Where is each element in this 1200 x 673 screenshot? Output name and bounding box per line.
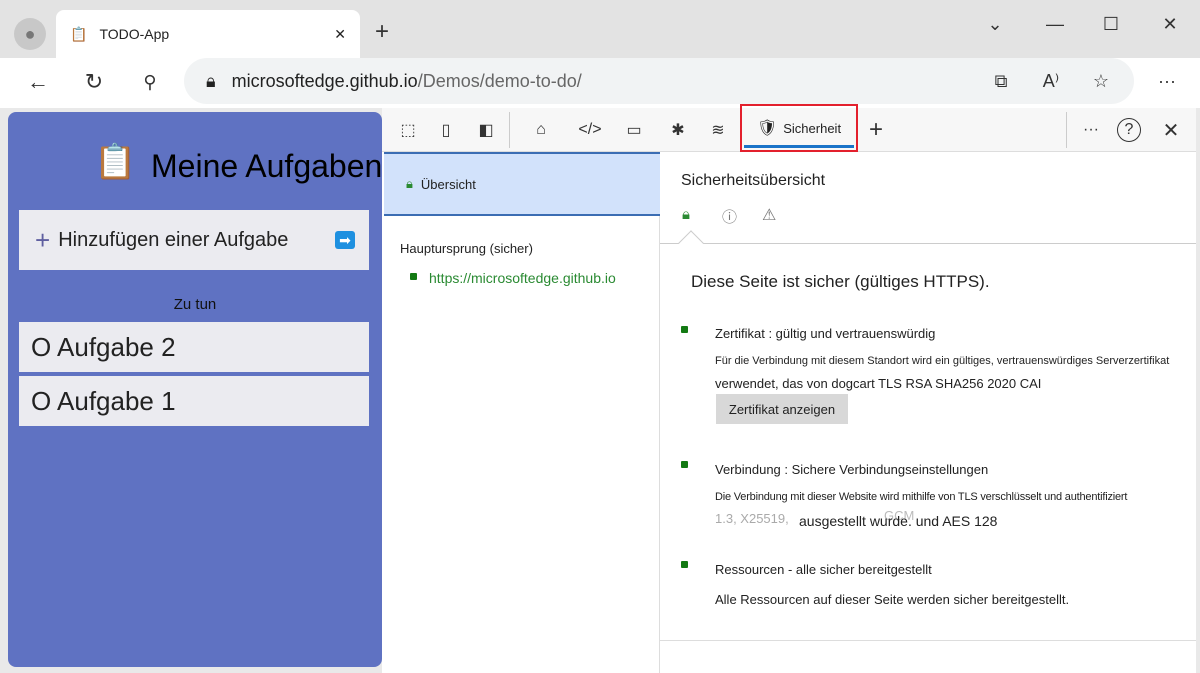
- sources-bug-icon[interactable]: ✱: [664, 116, 692, 144]
- task-label: O Aufgabe 2: [31, 331, 176, 362]
- task-label: O Aufgabe 1: [31, 385, 176, 416]
- profile-avatar[interactable]: ●: [14, 18, 46, 50]
- connection-protocol: 1.3, X25519,: [715, 511, 789, 526]
- overview-title: Sicherheitsübersicht: [681, 172, 826, 189]
- security-shield-icon: 🛡︎: [756, 120, 778, 137]
- connection-cipher: ausgestellt wurde. und AES 128: [799, 513, 998, 529]
- tab-security[interactable]: 🛡︎ Sicherheit: [740, 104, 858, 152]
- lock-icon: 🔒︎: [406, 176, 413, 191]
- view-certificate-button[interactable]: Zertifikat anzeigen: [716, 394, 848, 424]
- network-wifi-icon[interactable]: ≋: [704, 116, 732, 144]
- customize-more-icon[interactable]: ···: [1077, 116, 1105, 144]
- tab-title: TODO-App: [99, 26, 170, 42]
- url-host: microsoftedge.github.io: [231, 70, 418, 91]
- clipboard-icon: 📋: [94, 143, 137, 181]
- more-menu-icon[interactable]: ···: [1154, 68, 1180, 94]
- url-path: /Demos/demo-to-do/: [417, 70, 582, 91]
- resources-description: Alle Ressourcen auf dieser Seite werden …: [715, 592, 1070, 607]
- warning-icon[interactable]: ⚠: [762, 205, 776, 225]
- maximize-icon[interactable]: ☐: [1096, 12, 1126, 36]
- refresh-icon[interactable]: ↻: [80, 68, 108, 96]
- add-task-button[interactable]: + Hinzufügen einer Aufgabe ➡: [19, 210, 369, 270]
- favorite-star-icon[interactable]: ☆: [1088, 68, 1114, 94]
- certificate-issuer: verwendet, das von dogcart TLS RSA SHA25…: [715, 376, 1042, 391]
- resources-title: Ressourcen - alle sicher bereitgestellt: [715, 562, 932, 577]
- connection-description: Die Verbindung mit dieser Website wird m…: [715, 491, 1128, 503]
- briefcase-icon[interactable]: ⧉: [988, 68, 1014, 94]
- sidebar-item-overview[interactable]: 🔒︎ Übersicht: [384, 152, 660, 216]
- security-summary: Diese Seite ist sicher (gültiges HTTPS).: [691, 272, 990, 291]
- minimize-icon[interactable]: —: [1040, 12, 1070, 36]
- lock-icon[interactable]: 🔒︎: [206, 71, 216, 92]
- task-item[interactable]: O Aufgabe 2: [19, 322, 369, 372]
- more-tools-plus-icon[interactable]: +: [862, 116, 890, 144]
- security-tab-label: Sicherheit: [783, 120, 842, 136]
- plus-icon: +: [35, 224, 51, 255]
- info-icon[interactable]: ⓘ: [722, 206, 737, 227]
- lock-icon[interactable]: 🔒︎: [682, 206, 690, 223]
- todo-app: 📋 Meine Aufgaben + Hinzufügen einer Aufg…: [8, 112, 382, 667]
- overview-label: Übersicht: [420, 176, 476, 192]
- security-overview: Sicherheitsübersicht 🔒︎ ⓘ ⚠ Diese Seite …: [660, 152, 1196, 673]
- app-title: Meine Aufgaben: [151, 148, 383, 184]
- arrow-right-icon: ➡: [335, 231, 355, 249]
- close-devtools-icon[interactable]: ✕: [1157, 116, 1185, 144]
- close-tab-icon[interactable]: ✕: [334, 26, 346, 43]
- browser-tab[interactable]: 📋 TODO-App ✕: [56, 10, 360, 58]
- read-aloud-icon[interactable]: A⁾: [1038, 68, 1064, 94]
- help-icon[interactable]: ?: [1117, 118, 1141, 142]
- dock-icon[interactable]: ◧: [472, 116, 500, 144]
- origin-link[interactable]: https://microsoftedge.github.io: [429, 270, 616, 286]
- close-window-icon[interactable]: ✕: [1155, 12, 1185, 36]
- welcome-home-icon[interactable]: ⌂: [527, 116, 555, 144]
- main-origin-heading: Hauptursprung (sicher): [400, 241, 533, 256]
- device-emulation-icon[interactable]: ▯: [432, 116, 460, 144]
- certificate-title: Zertifikat : gültig und vertrauenswürdig: [715, 326, 936, 341]
- task-item[interactable]: O Aufgabe 1: [19, 376, 369, 426]
- elements-code-icon[interactable]: </>: [576, 116, 604, 144]
- search-icon[interactable]: ⚲: [136, 68, 164, 96]
- new-tab-icon[interactable]: +: [368, 18, 396, 46]
- security-sidebar: 🔒︎ Übersicht Hauptursprung (sicher) http…: [384, 152, 660, 673]
- console-icon[interactable]: ▭: [620, 116, 648, 144]
- back-icon[interactable]: ←: [24, 68, 52, 96]
- connection-title: Verbindung : Sichere Verbindungseinstell…: [715, 462, 989, 477]
- tab-list-chevron-icon[interactable]: ⌄: [980, 12, 1010, 36]
- certificate-description: Für die Verbindung mit diesem Standort w…: [715, 355, 1170, 367]
- add-task-label: Hinzufügen einer Aufgabe: [58, 228, 289, 251]
- section-heading: Zu tun: [173, 296, 217, 313]
- inspect-icon[interactable]: ⬚: [394, 116, 422, 144]
- clipboard-icon: 📋: [70, 25, 88, 42]
